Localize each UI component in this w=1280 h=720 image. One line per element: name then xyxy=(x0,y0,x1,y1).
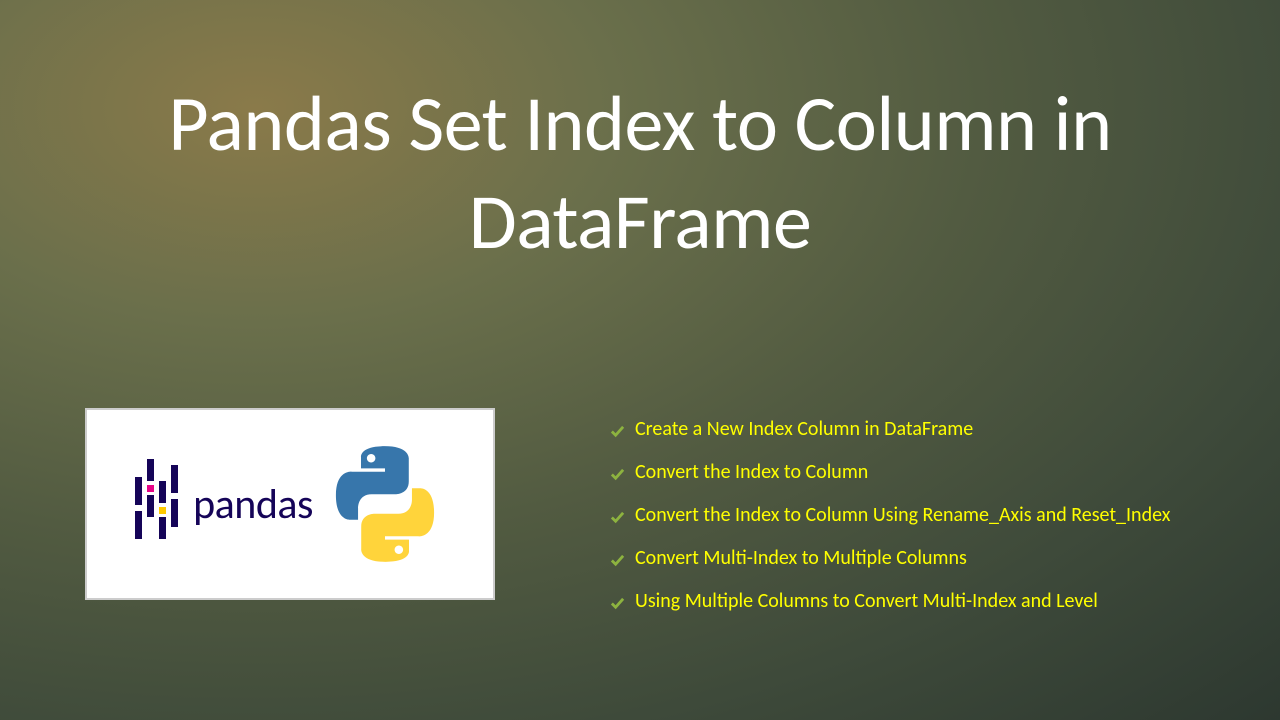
bullet-text: Convert the Index to Column Using Rename… xyxy=(635,502,1200,528)
pandas-bars-icon xyxy=(135,459,179,549)
list-item: Convert Multi-Index to Multiple Columns xyxy=(610,545,1200,571)
bullet-text: Create a New Index Column in DataFrame xyxy=(635,416,1200,442)
list-item: Create a New Index Column in DataFrame xyxy=(610,416,1200,442)
list-item: Convert the Index to Column xyxy=(610,459,1200,485)
bullet-list: Create a New Index Column in DataFrame C… xyxy=(610,416,1200,631)
list-item: Convert the Index to Column Using Rename… xyxy=(610,502,1200,528)
slide-title: Pandas Set Index to Column in DataFrame xyxy=(0,75,1280,270)
logo-container: pandas xyxy=(85,408,495,600)
check-icon xyxy=(610,549,625,564)
bullet-text: Convert the Index to Column xyxy=(635,459,1200,485)
pandas-logo: pandas xyxy=(135,459,313,549)
python-logo-icon xyxy=(325,444,445,564)
check-icon xyxy=(610,592,625,607)
check-icon xyxy=(610,420,625,435)
check-icon xyxy=(610,506,625,521)
bullet-text: Using Multiple Columns to Convert Multi-… xyxy=(635,588,1200,614)
check-icon xyxy=(610,463,625,478)
list-item: Using Multiple Columns to Convert Multi-… xyxy=(610,588,1200,614)
pandas-text: pandas xyxy=(193,479,313,530)
bullet-text: Convert Multi-Index to Multiple Columns xyxy=(635,545,1200,571)
